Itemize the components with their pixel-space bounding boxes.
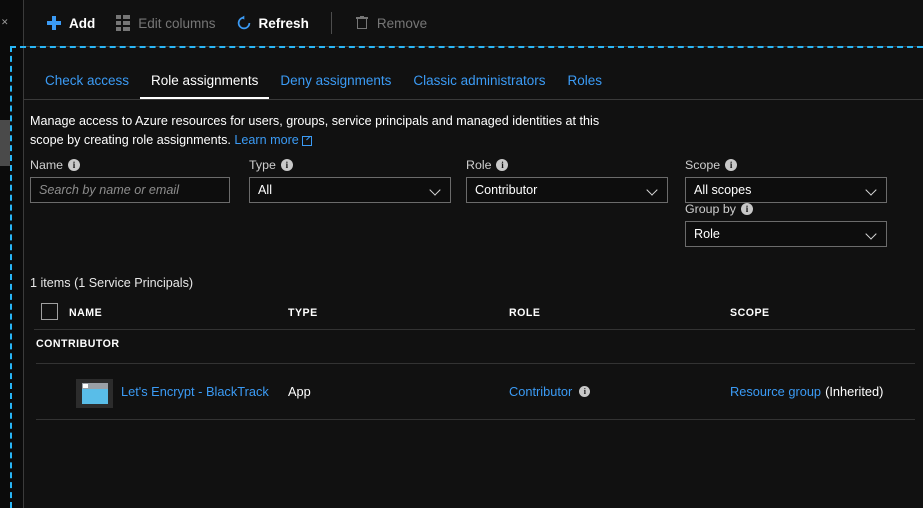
filter-scope: Scope i All scopes [685, 158, 887, 203]
add-button-label: Add [69, 15, 96, 31]
tab-roles[interactable]: Roles [556, 73, 613, 99]
chevron-down-icon [867, 229, 878, 240]
select-all-checkbox[interactable] [41, 303, 58, 320]
refresh-icon [236, 15, 252, 31]
item-count-text: 1 items (1 Service Principals) [30, 276, 194, 290]
tab-deny-assignments[interactable]: Deny assignments [269, 73, 402, 99]
description-text: Manage access to Azure resources for use… [30, 114, 600, 147]
blade-left-rail: ✕ [0, 0, 24, 508]
columns-icon [115, 15, 131, 31]
filter-type-label: Type [249, 158, 276, 172]
info-icon[interactable]: i [68, 159, 81, 171]
column-header-role[interactable]: ROLE [509, 307, 540, 319]
refresh-button-label: Refresh [258, 15, 309, 31]
role-link[interactable]: Contributor [509, 384, 572, 399]
command-bar: Add Edit columns Refresh Remove [24, 0, 923, 47]
toolbar-divider [330, 12, 332, 34]
group-by-dropdown-value: Role [694, 227, 720, 241]
role-dropdown-value: Contributor [475, 183, 538, 197]
app-registration-icon [76, 379, 113, 408]
info-icon[interactable]: i [740, 203, 753, 215]
column-header-type[interactable]: TYPE [288, 307, 318, 319]
blade-description: Manage access to Azure resources for use… [30, 112, 630, 150]
filter-name: Name i Search by name or email [30, 158, 230, 203]
scope-dropdown-value: All scopes [694, 183, 752, 197]
info-icon[interactable]: i [579, 386, 591, 397]
group-by-dropdown[interactable]: Role [685, 221, 887, 247]
close-icon[interactable]: ✕ [1, 18, 9, 27]
chevron-down-icon [867, 185, 878, 196]
role-dropdown[interactable]: Contributor [466, 177, 668, 203]
scope-link[interactable]: Resource group [730, 384, 821, 399]
add-button[interactable]: Add [36, 7, 105, 39]
type-dropdown-value: All [258, 183, 272, 197]
filter-role-label-row: Role i [466, 158, 668, 172]
chevron-down-icon [648, 185, 659, 196]
filter-scope-label-row: Scope i [685, 158, 887, 172]
filter-type: Type i All [249, 158, 451, 203]
filter-name-label-row: Name i [30, 158, 230, 172]
tab-role-assignments[interactable]: Role assignments [140, 73, 270, 99]
filter-scope-label: Scope [685, 158, 721, 172]
search-input-placeholder: Search by name or email [39, 183, 179, 197]
cell-role[interactable]: Contributor i [509, 384, 591, 399]
column-header-name[interactable]: NAME [69, 307, 102, 319]
edit-columns-button[interactable]: Edit columns [105, 7, 225, 39]
filter-bar: Name i Search by name or email Type i Al… [24, 158, 923, 268]
tab-check-access[interactable]: Check access [34, 73, 140, 99]
group-header-contributor: CONTRIBUTOR [30, 330, 919, 364]
vertical-scrollbar-thumb[interactable] [0, 120, 10, 166]
column-header-scope[interactable]: SCOPE [730, 307, 770, 319]
scope-inherited-label: (Inherited) [825, 384, 884, 399]
table-header-row: NAME TYPE ROLE SCOPE [30, 300, 919, 330]
filter-role-label: Role [466, 158, 492, 172]
role-assignments-table: NAME TYPE ROLE SCOPE CONTRIBUTOR Let's E… [30, 300, 919, 420]
filter-group-by-label-row: Group by i [685, 202, 887, 216]
chevron-down-icon [431, 185, 442, 196]
row-divider [36, 419, 915, 420]
table-row[interactable]: Let's Encrypt - BlackTrack App Contribut… [30, 364, 919, 420]
trash-icon [354, 15, 370, 31]
info-icon[interactable]: i [280, 159, 293, 171]
external-link-icon[interactable] [301, 135, 312, 146]
search-input[interactable]: Search by name or email [30, 177, 230, 203]
edit-columns-label: Edit columns [138, 15, 216, 31]
type-dropdown[interactable]: All [249, 177, 451, 203]
role-assignments-blade: ✕ Add Edit columns Refresh Remove Check … [0, 0, 923, 508]
cell-principal-type: App [288, 384, 311, 399]
filter-group-by-label: Group by [685, 202, 736, 216]
info-icon[interactable]: i [496, 159, 509, 171]
remove-button[interactable]: Remove [344, 7, 437, 39]
filter-name-label: Name [30, 158, 64, 172]
cell-principal-name[interactable]: Let's Encrypt - BlackTrack [121, 384, 269, 399]
learn-more-link[interactable]: Learn more [234, 133, 298, 147]
refresh-button[interactable]: Refresh [226, 7, 319, 39]
remove-button-label: Remove [376, 15, 428, 31]
tab-bar: Check access Role assignments Deny assig… [24, 47, 923, 100]
group-header-label: CONTRIBUTOR [36, 338, 120, 350]
plus-icon [46, 15, 62, 31]
filter-role: Role i Contributor [466, 158, 668, 203]
tab-classic-administrators[interactable]: Classic administrators [402, 73, 556, 99]
blade-content: Manage access to Azure resources for use… [24, 100, 923, 508]
cell-scope[interactable]: Resource group (Inherited) [730, 384, 883, 399]
filter-group-by: Group by i Role [685, 202, 887, 247]
info-icon[interactable]: i [725, 159, 738, 171]
filter-type-label-row: Type i [249, 158, 451, 172]
scope-dropdown[interactable]: All scopes [685, 177, 887, 203]
